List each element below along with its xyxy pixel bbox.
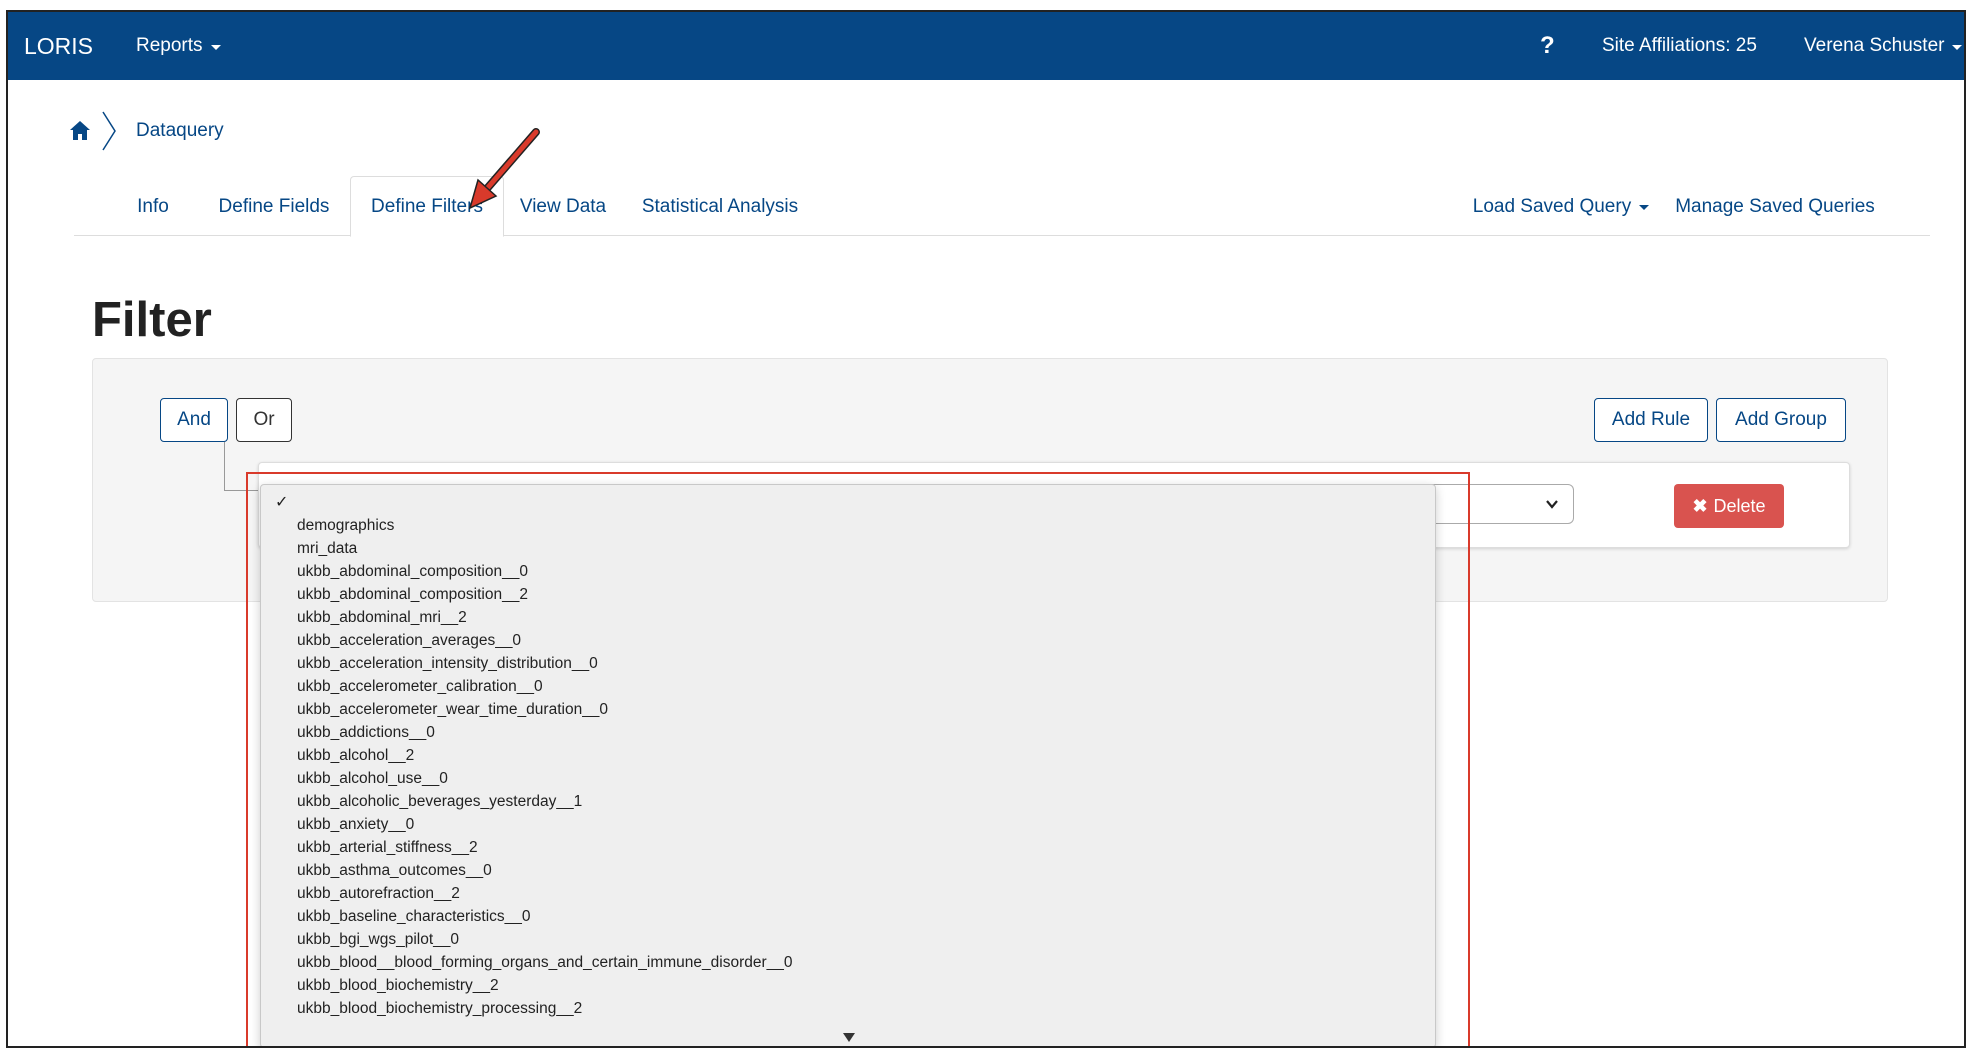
tab-define-filters[interactable]: Define Filters — [350, 176, 504, 237]
page-title: Filter — [92, 293, 212, 347]
dropdown-option[interactable]: ukbb_arterial_stiffness__2 — [261, 836, 1435, 859]
home-icon[interactable] — [68, 119, 92, 143]
help-button[interactable]: ? — [1540, 12, 1555, 80]
dropdown-option[interactable]: ukbb_alcoholic_beverages_yesterday__1 — [261, 790, 1435, 813]
dropdown-option[interactable]: mri_data — [261, 537, 1435, 560]
scroll-down-arrow-icon[interactable] — [843, 1033, 855, 1042]
category-dropdown-list[interactable]: ✓ demographics mri_data ukbb_abdominal_c… — [260, 484, 1436, 1046]
dropdown-option[interactable]: ukbb_baseline_characteristics__0 — [261, 905, 1435, 928]
load-saved-query-label: Load Saved Query — [1472, 195, 1632, 217]
site-affiliations[interactable]: Site Affiliations: 25 — [1602, 12, 1757, 80]
screenshot-frame: LORIS Reports ? Site Affiliations: 25 Ve… — [6, 10, 1966, 1048]
delete-rule-button[interactable]: ✖ Delete — [1674, 484, 1784, 528]
tab-bar: Info Define Fields Define Filters View D… — [74, 176, 1930, 237]
dropdown-option[interactable]: ukbb_autorefraction__2 — [261, 882, 1435, 905]
tree-connector-horizontal — [224, 490, 258, 491]
dropdown-option[interactable]: ukbb_alcohol_use__0 — [261, 767, 1435, 790]
add-group-button[interactable]: Add Group — [1716, 398, 1846, 442]
dropdown-option[interactable]: ukbb_abdominal_composition__0 — [261, 560, 1435, 583]
reports-menu[interactable]: Reports — [136, 12, 221, 80]
dropdown-option[interactable]: ukbb_accelerometer_calibration__0 — [261, 675, 1435, 698]
dropdown-option[interactable]: ukbb_abdominal_mri__2 — [261, 606, 1435, 629]
dropdown-option[interactable]: ukbb_anxiety__0 — [261, 813, 1435, 836]
chevron-down-icon — [1546, 500, 1558, 509]
brand-logo[interactable]: LORIS — [24, 12, 93, 80]
tab-statistical-analysis[interactable]: Statistical Analysis — [618, 176, 822, 237]
breadcrumb-separator-icon — [102, 111, 116, 151]
user-name: Verena Schuster — [1804, 35, 1945, 56]
delete-label: Delete — [1713, 495, 1766, 516]
dropdown-option[interactable]: demographics — [261, 514, 1435, 537]
tab-define-fields[interactable]: Define Fields — [194, 176, 354, 237]
category-select[interactable] — [1424, 484, 1574, 524]
dropdown-option[interactable]: ukbb_blood_biochemistry__2 — [261, 974, 1435, 997]
tab-view-data[interactable]: View Data — [508, 176, 618, 237]
breadcrumb: Dataquery — [68, 108, 224, 154]
dropdown-option[interactable]: ukbb_acceleration_averages__0 — [261, 629, 1435, 652]
load-saved-query-menu[interactable]: Load Saved Query — [1466, 176, 1656, 237]
dropdown-option[interactable]: ukbb_blood_biochemistry_processing__2 — [261, 997, 1435, 1020]
and-button[interactable]: And — [160, 398, 228, 442]
user-menu[interactable]: Verena Schuster — [1804, 12, 1963, 80]
dropdown-option[interactable]: ukbb_addictions__0 — [261, 721, 1435, 744]
close-icon: ✖ — [1692, 495, 1708, 516]
caret-down-icon — [210, 44, 221, 50]
reports-menu-label: Reports — [136, 35, 203, 56]
add-rule-button[interactable]: Add Rule — [1594, 398, 1708, 442]
dropdown-option[interactable]: ukbb_alcohol__2 — [261, 744, 1435, 767]
dropdown-option[interactable]: ukbb_abdominal_composition__2 — [261, 583, 1435, 606]
tab-manage-saved-queries[interactable]: Manage Saved Queries — [1664, 176, 1886, 237]
dropdown-option[interactable]: ukbb_blood__blood_forming_organs_and_cer… — [261, 951, 1435, 974]
dropdown-option[interactable]: ukbb_asthma_outcomes__0 — [261, 859, 1435, 882]
tree-connector — [224, 442, 225, 490]
or-button[interactable]: Or — [236, 398, 292, 442]
caret-down-icon — [1639, 205, 1650, 210]
top-navbar: LORIS Reports ? Site Affiliations: 25 Ve… — [8, 12, 1964, 80]
dropdown-option[interactable]: ukbb_acceleration_intensity_distribution… — [261, 652, 1435, 675]
breadcrumb-current[interactable]: Dataquery — [136, 120, 224, 142]
dropdown-option[interactable]: ukbb_bgi_wgs_pilot__0 — [261, 928, 1435, 951]
tab-info[interactable]: Info — [114, 176, 192, 237]
selected-checkmark[interactable]: ✓ — [261, 491, 1435, 514]
dropdown-option[interactable]: ukbb_accelerometer_wear_time_duration__0 — [261, 698, 1435, 721]
caret-down-icon — [1952, 44, 1963, 50]
